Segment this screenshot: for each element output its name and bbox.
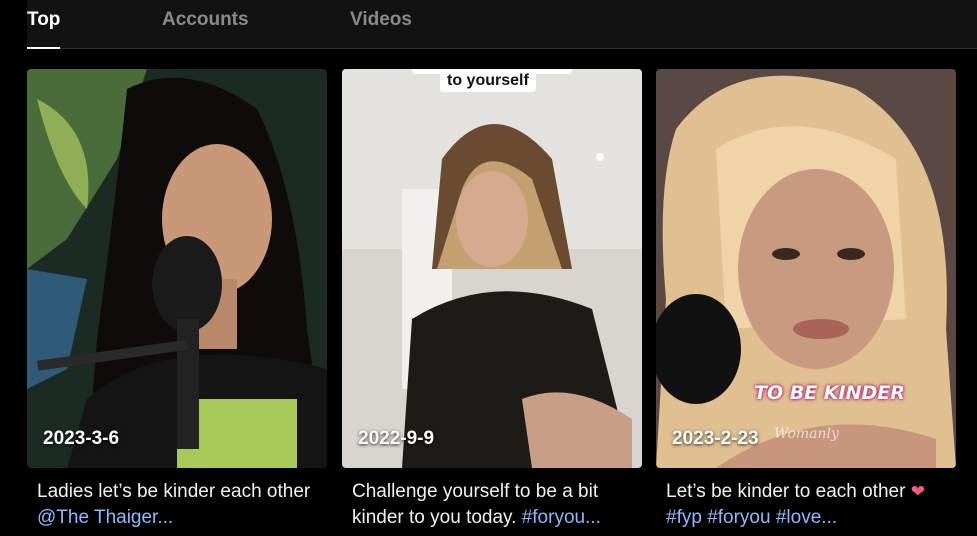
heart-icon: ❤ xyxy=(910,482,925,501)
caption-text: Let’s be kinder to each other xyxy=(666,481,906,502)
video-card[interactable]: to yourself 2022-9-9 Challenge yourself … xyxy=(342,69,642,533)
video-card[interactable]: 2023-3-6 Ladies let’s be kinder each oth… xyxy=(27,69,327,533)
video-thumbnail[interactable]: TO BE KINDER Womanly 2023-2-23 xyxy=(656,69,956,468)
overlay-caption: TO BE KINDER xyxy=(754,382,905,404)
tab-videos[interactable]: Videos xyxy=(350,9,412,48)
thumbnail-image xyxy=(656,69,956,468)
thumbnail-image xyxy=(342,69,642,468)
watermark: Womanly xyxy=(774,426,839,442)
tab-top[interactable]: Top xyxy=(27,9,61,49)
hashtag-link[interactable]: #foryou... xyxy=(522,507,601,528)
hashtag-link[interactable]: #fyp #foryou #love... xyxy=(666,507,837,528)
video-card[interactable]: TO BE KINDER Womanly 2023-2-23 Let’s be … xyxy=(656,69,956,533)
video-thumbnail[interactable]: 2023-3-6 xyxy=(27,69,327,468)
video-caption: Challenge yourself to be a bit kinder to… xyxy=(342,479,642,533)
video-caption: Ladies let’s be kinder each other @The T… xyxy=(27,479,327,533)
video-date: 2023-2-23 xyxy=(672,428,759,449)
video-date: 2023-3-6 xyxy=(43,428,120,449)
thumbnail-image xyxy=(27,69,327,468)
tab-accounts[interactable]: Accounts xyxy=(162,9,249,48)
video-caption: Let’s be kinder to each other ❤ #fyp #for… xyxy=(656,479,956,533)
video-thumbnail[interactable]: to yourself 2022-9-9 xyxy=(342,69,642,468)
video-date: 2022-9-9 xyxy=(358,428,435,449)
caption-text: Ladies let’s be kinder each other xyxy=(37,481,311,502)
overlay-caption: to yourself xyxy=(440,70,536,92)
search-tabs: Top Accounts Videos xyxy=(27,0,977,49)
mention-link[interactable]: @The Thaiger... xyxy=(37,507,173,528)
